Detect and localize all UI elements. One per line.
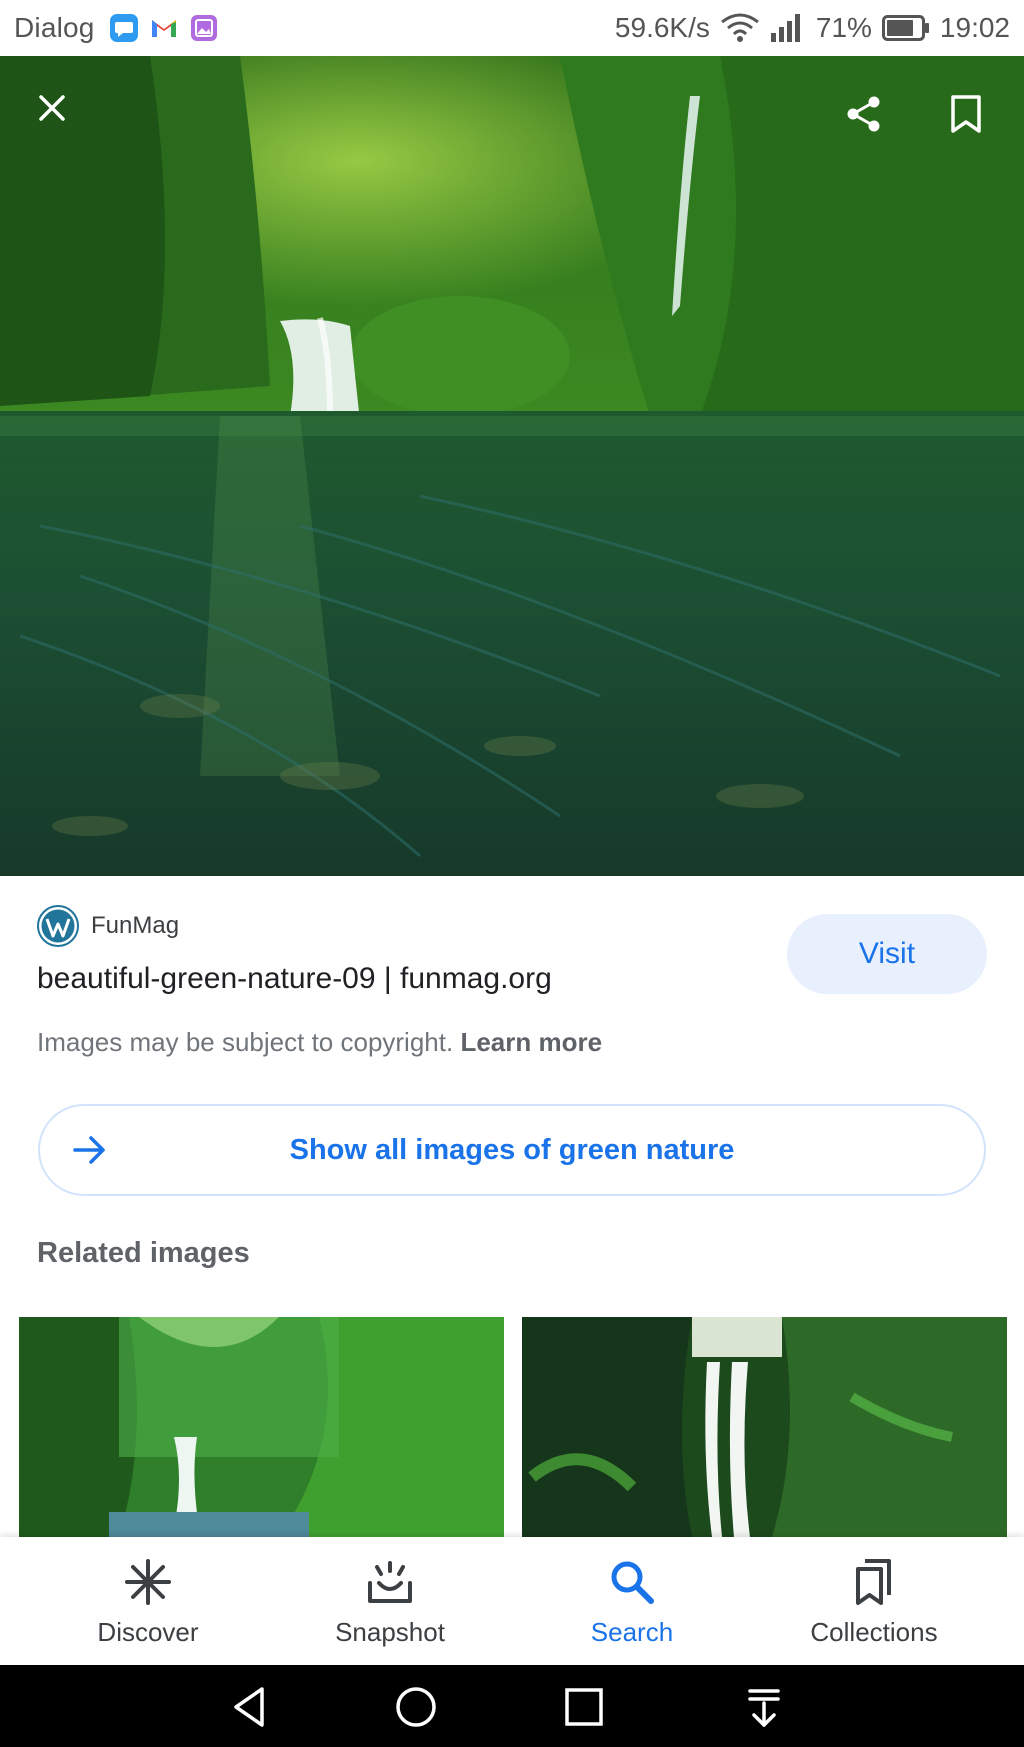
asterisk-icon	[125, 1559, 171, 1605]
wifi-icon	[720, 13, 759, 42]
bookmark-button[interactable]	[934, 82, 998, 146]
close-button[interactable]	[20, 76, 84, 140]
visit-button[interactable]: Visit	[787, 914, 987, 994]
snapshot-icon	[368, 1561, 412, 1603]
messages-icon	[109, 14, 138, 42]
status-bar: Dialog 59.6K/s 71% 19:02	[0, 0, 1024, 56]
nav-snapshot-label: Snapshot	[335, 1617, 445, 1647]
bottom-navigation: Discover Snapshot Search Collections	[0, 1537, 1024, 1665]
learn-more-link[interactable]: Learn more	[460, 1027, 602, 1057]
copyright-text: Images may be subject to copyright.	[37, 1027, 454, 1057]
related-image-2[interactable]	[522, 1317, 1007, 1537]
nav-search[interactable]: Search	[532, 1537, 732, 1665]
related-images-heading: Related images	[37, 1237, 250, 1269]
related-waterfall-photo-1	[19, 1317, 504, 1537]
nav-collections-label: Collections	[810, 1617, 938, 1647]
nav-snapshot[interactable]: Snapshot	[290, 1537, 490, 1665]
nav-search-label: Search	[590, 1617, 674, 1647]
battery-percent: 71%	[815, 12, 872, 43]
system-navigation-bar	[0, 1665, 1024, 1747]
copyright-notice: Images may be subject to copyright. Lear…	[37, 1027, 602, 1058]
status-right: 59.6K/s 71% 19:02	[605, 0, 1010, 56]
nav-discover-label: Discover	[97, 1617, 199, 1647]
source-row[interactable]: FunMag	[37, 905, 179, 947]
gallery-icon	[190, 15, 217, 41]
gmail-icon	[151, 20, 176, 37]
page-title[interactable]: beautiful-green-nature-09 | funmag.org	[37, 962, 552, 996]
show-all-images-button[interactable]: Show all images of green nature	[38, 1104, 986, 1196]
waterfall-photo	[0, 56, 1024, 876]
share-icon	[847, 96, 880, 132]
notification-pull-icon[interactable]	[738, 1681, 790, 1733]
related-waterfall-photo-2	[522, 1317, 1007, 1537]
status-time: 19:02	[939, 12, 1010, 43]
signal-icon	[770, 14, 800, 42]
show-all-label: Show all images of green nature	[289, 1133, 735, 1166]
battery-icon	[881, 15, 929, 41]
bookmark-icon	[951, 95, 981, 133]
wordpress-icon	[37, 905, 79, 947]
related-image-1[interactable]	[19, 1317, 504, 1537]
hero-image[interactable]	[0, 56, 1024, 876]
nav-collections[interactable]: Collections	[774, 1537, 974, 1665]
nav-discover[interactable]: Discover	[48, 1537, 248, 1665]
recent-apps-icon[interactable]	[558, 1681, 610, 1733]
status-left: Dialog	[14, 0, 229, 56]
status-app-name: Dialog	[14, 12, 95, 43]
search-icon	[611, 1561, 654, 1604]
collections-icon	[856, 1559, 891, 1605]
share-button[interactable]	[832, 82, 896, 146]
close-icon	[39, 95, 65, 121]
source-name: FunMag	[91, 912, 180, 939]
back-icon[interactable]	[224, 1681, 276, 1733]
home-icon[interactable]	[390, 1681, 442, 1733]
network-speed: 59.6K/s	[614, 12, 710, 43]
